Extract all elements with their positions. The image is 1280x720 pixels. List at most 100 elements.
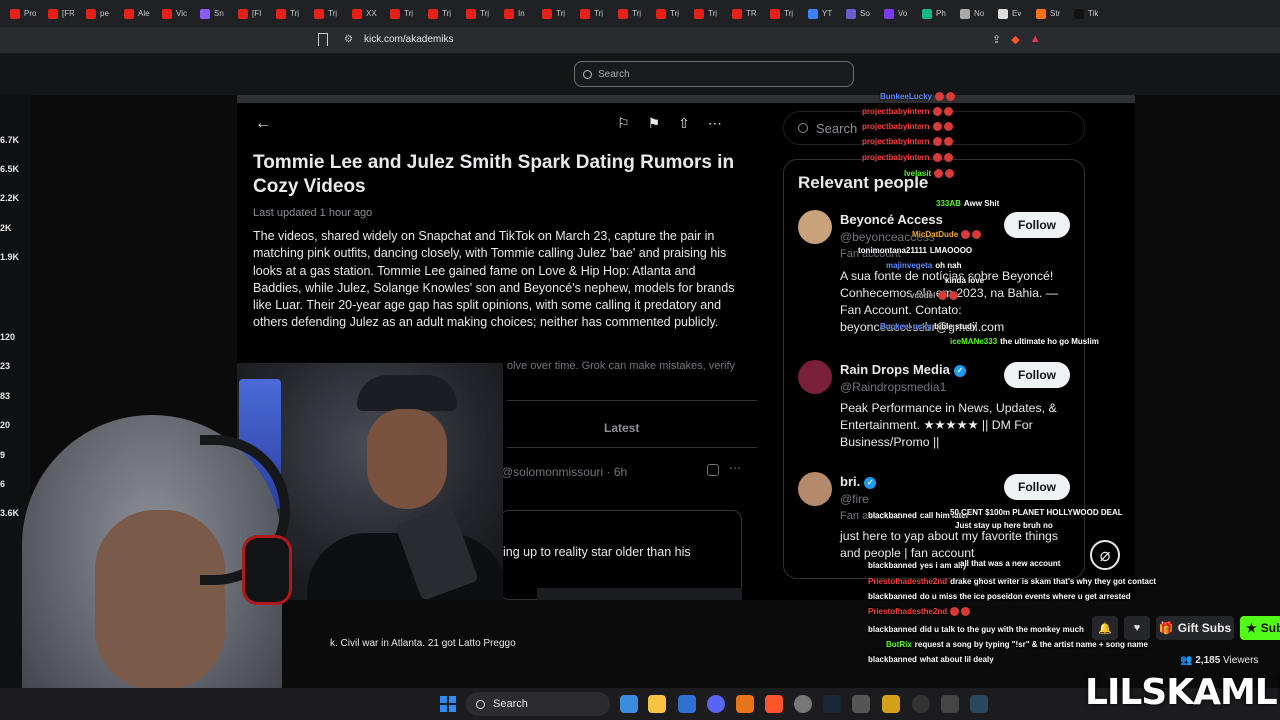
more-icon[interactable]: ⋯ <box>729 461 741 475</box>
chat-username[interactable]: Buckeel ucky <box>880 322 931 331</box>
site-info-icon[interactable]: ⚙ <box>344 34 353 45</box>
windows-start-icon[interactable] <box>440 696 456 712</box>
person-name[interactable]: bri. ✓ <box>840 474 877 489</box>
tab-latest[interactable]: Latest <box>604 421 639 435</box>
sidebar-viewer-count[interactable]: 6.5K <box>0 164 19 174</box>
browser-tab[interactable]: Trị <box>422 3 460 25</box>
browser-tab[interactable]: [FR <box>42 3 80 25</box>
browser-tab[interactable]: Trị <box>270 3 308 25</box>
heart-icon[interactable]: ♥ <box>1124 616 1150 640</box>
chat-username[interactable]: projectbabyintern <box>862 122 930 131</box>
person-name[interactable]: Rain Drops Media ✓ <box>840 362 966 377</box>
firefox-icon[interactable] <box>736 695 754 713</box>
browser-tab[interactable]: Trị <box>612 3 650 25</box>
share-icon[interactable]: ⇧ <box>678 115 690 132</box>
subscribe-button[interactable]: ★ Sub <box>1240 616 1280 640</box>
chat-username[interactable]: blackbanned <box>868 511 917 520</box>
browser-tab[interactable]: Trị <box>308 3 346 25</box>
chat-username[interactable]: lvelasit <box>904 169 931 178</box>
chat-username[interactable]: blackbanned <box>868 655 917 664</box>
chat-username[interactable]: vcodel <box>910 291 935 300</box>
browser-tab[interactable]: [FI <box>232 3 270 25</box>
browser-tab[interactable]: Ale <box>118 3 156 25</box>
browser-tab[interactable]: Trị <box>650 3 688 25</box>
share-icon[interactable]: ⇪ <box>992 33 1001 46</box>
chat-username[interactable]: projectbabyintern <box>862 153 930 162</box>
app-icon[interactable] <box>882 695 900 713</box>
back-arrow-icon[interactable]: ← <box>255 115 271 133</box>
flag-icon[interactable]: ⚑ <box>648 115 661 132</box>
sidebar-viewer-count[interactable]: 23 <box>0 361 10 371</box>
post-author[interactable]: @solomonmissouri · 6h <box>501 465 627 479</box>
sidebar-viewer-count[interactable]: 2K <box>0 223 12 233</box>
discord-icon[interactable] <box>707 695 725 713</box>
browser-tab[interactable]: Pro <box>4 3 42 25</box>
chat-username[interactable]: Priestofhadesthe2nd <box>868 607 947 616</box>
app-icon[interactable] <box>941 695 959 713</box>
browser-tab[interactable]: Trị <box>536 3 574 25</box>
browser-tab[interactable]: No <box>954 3 992 25</box>
browser-tab[interactable]: XX <box>346 3 384 25</box>
gift-subs-button[interactable]: 🎁 Gift Subs <box>1156 616 1234 640</box>
chat-username[interactable]: BotRix <box>886 640 912 649</box>
chat-username[interactable]: MicDatDude <box>912 230 958 239</box>
copilot-icon[interactable] <box>620 695 638 713</box>
browser-tab[interactable]: Vo <box>878 3 916 25</box>
sidebar-viewer-count[interactable]: 6.7K <box>0 135 19 145</box>
brave-shield-icon[interactable]: ◆ <box>1011 33 1019 46</box>
store-icon[interactable] <box>678 695 696 713</box>
browser-tab[interactable]: In <box>498 3 536 25</box>
browser-tab[interactable]: Tik <box>1068 3 1106 25</box>
bookmark-icon[interactable] <box>318 33 328 46</box>
follow-button[interactable]: Follow <box>1004 474 1070 500</box>
browser-tab[interactable]: Trị <box>574 3 612 25</box>
browser-tab[interactable]: Trị <box>460 3 498 25</box>
app-icon[interactable] <box>912 695 930 713</box>
browser-tab[interactable]: Sn <box>194 3 232 25</box>
app-icon[interactable] <box>852 695 870 713</box>
chat-username[interactable]: iceMANe333 <box>950 337 997 346</box>
steam-icon[interactable] <box>823 695 841 713</box>
kick-search-input[interactable]: Search <box>574 61 854 87</box>
follow-button[interactable]: Follow <box>1004 212 1070 238</box>
avatar[interactable] <box>798 360 832 394</box>
sidebar-viewer-count[interactable]: 1.9K <box>0 252 19 262</box>
chat-username[interactable]: 333AB <box>936 199 961 208</box>
chat-username[interactable]: projectbabyintern <box>862 107 930 116</box>
notification-bell-icon[interactable]: 🔔 <box>1092 616 1118 640</box>
browser-tab[interactable]: Vic <box>156 3 194 25</box>
chat-username[interactable]: Priestofhadesthe2nd <box>868 577 947 586</box>
sidebar-viewer-count[interactable]: 120 <box>0 332 15 342</box>
taskbar-search[interactable]: Search <box>466 692 610 716</box>
chat-username[interactable]: BunkeeLucky <box>880 92 932 101</box>
browser-tab[interactable]: pe <box>80 3 118 25</box>
chat-username[interactable]: majinvegeta <box>886 261 932 270</box>
chat-username[interactable]: blackbanned <box>868 592 917 601</box>
browser-tab[interactable]: YT <box>802 3 840 25</box>
browser-tab[interactable]: Trị <box>384 3 422 25</box>
chat-username[interactable]: blackbanned <box>868 625 917 634</box>
avatar[interactable] <box>798 210 832 244</box>
browser-tab[interactable]: Str <box>1030 3 1068 25</box>
browser-tab[interactable]: Trị <box>688 3 726 25</box>
obs-icon[interactable] <box>794 695 812 713</box>
browser-tab[interactable]: So <box>840 3 878 25</box>
grok-icon[interactable] <box>707 464 719 476</box>
bookmark-icon[interactable]: ⚐ <box>617 115 630 132</box>
sidebar-viewer-count[interactable]: 2.2K <box>0 193 19 203</box>
browser-tab[interactable]: Trị <box>764 3 802 25</box>
chat-username[interactable]: tonimontana21111 <box>858 246 927 255</box>
chat-username[interactable]: blackbanned <box>868 561 917 570</box>
rewards-icon[interactable]: ▲ <box>1030 33 1041 46</box>
browser-tab[interactable]: TR <box>726 3 764 25</box>
browser-tab[interactable]: Ev <box>992 3 1030 25</box>
url-text[interactable]: kick.com/akademiks <box>364 34 453 45</box>
follow-button[interactable]: Follow <box>1004 362 1070 388</box>
brave-icon[interactable] <box>765 695 783 713</box>
avatar[interactable] <box>798 472 832 506</box>
browser-tab[interactable]: Ph <box>916 3 954 25</box>
person-name[interactable]: Beyoncé Access <box>840 212 943 227</box>
more-icon[interactable]: ⋯ <box>708 115 722 132</box>
file-explorer-icon[interactable] <box>648 695 666 713</box>
steam-icon[interactable] <box>970 695 988 713</box>
